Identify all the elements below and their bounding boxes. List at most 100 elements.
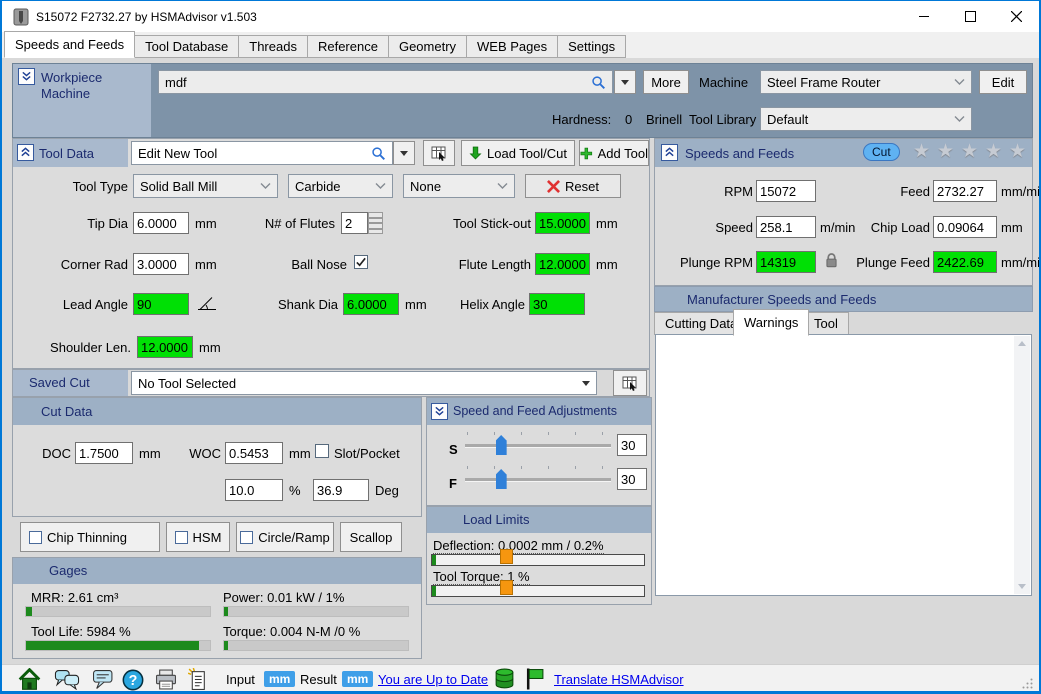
cut-badge[interactable]: Cut	[863, 143, 900, 161]
engage-angle-unit: Deg	[375, 483, 399, 498]
more-button[interactable]: More	[643, 70, 689, 94]
tool-library-select[interactable]: Default	[760, 107, 972, 131]
tool-data-collapse-button[interactable]	[17, 144, 34, 161]
circle-ramp-button[interactable]: Circle/Ramp	[236, 522, 334, 552]
workpiece-collapse-button[interactable]	[18, 68, 35, 85]
corner-rad-input[interactable]	[133, 253, 189, 275]
chip-thinning-button[interactable]: Chip Thinning	[20, 522, 160, 552]
chip-thinning-checkbox[interactable]	[29, 530, 42, 544]
feed-adjust-value[interactable]	[617, 468, 647, 490]
hsm-button[interactable]: HSM	[166, 522, 230, 552]
update-status-link[interactable]: You are Up to Date	[378, 672, 488, 687]
shank-dia-input[interactable]	[343, 293, 399, 315]
add-tool-button[interactable]: Add Tool	[579, 140, 649, 166]
saved-cut-browse-button[interactable]	[613, 370, 647, 396]
rpm-input[interactable]	[756, 180, 816, 202]
chip-load-input[interactable]	[933, 216, 997, 238]
lead-angle-input[interactable]	[133, 293, 189, 315]
tab-speeds-and-feeds[interactable]: Speeds and Feeds	[4, 31, 136, 58]
report-notes-icon[interactable]	[188, 668, 207, 691]
woc-input[interactable]	[225, 442, 283, 464]
plunge-feed-input[interactable]	[933, 251, 997, 273]
scallop-button[interactable]: Scallop	[340, 522, 402, 552]
ball-nose-checkbox[interactable]	[354, 255, 368, 269]
forum-chat-icon[interactable]	[54, 669, 80, 690]
material-search-combo[interactable]: mdf	[158, 70, 613, 94]
edit-machine-button[interactable]: Edit	[979, 70, 1027, 94]
deflection-slider[interactable]	[431, 549, 645, 566]
result-units-badge[interactable]: mm	[342, 671, 374, 687]
language-flag-icon[interactable]	[524, 667, 545, 691]
star-rating-4-icon[interactable]: ★	[985, 141, 1002, 163]
tool-material-select[interactable]: Carbide	[288, 174, 393, 198]
maximize-button[interactable]	[947, 1, 993, 31]
tool-type-select[interactable]: Solid Ball Mill	[133, 174, 278, 198]
resize-grip[interactable]	[1022, 678, 1033, 689]
plunge-rpm-input[interactable]	[756, 251, 816, 273]
reset-button[interactable]: Reset	[525, 174, 621, 198]
tool-torque-thumb[interactable]	[499, 580, 513, 595]
star-rating-2-icon[interactable]: ★	[937, 141, 954, 163]
home-icon[interactable]	[18, 668, 41, 691]
tab-web-pages[interactable]: WEB Pages	[466, 35, 559, 58]
star-rating-1-icon[interactable]: ★	[913, 141, 930, 163]
tip-dia-input[interactable]	[133, 212, 189, 234]
feed-slider-thumb[interactable]	[495, 469, 507, 489]
mfr-tab-tool[interactable]: Tool	[803, 312, 849, 335]
feed-adjust-slider[interactable]	[465, 466, 611, 492]
speed-adjust-slider[interactable]	[465, 432, 611, 458]
tool-browse-button[interactable]	[423, 140, 455, 166]
slider-ticks	[467, 466, 609, 469]
machine-select[interactable]: Steel Frame Router	[760, 70, 972, 94]
translate-link[interactable]: Translate HSMAdvisor	[554, 672, 684, 687]
load-tool-cut-button[interactable]: Load Tool/Cut	[461, 140, 575, 166]
warnings-text-area[interactable]	[655, 334, 1032, 596]
spinner-up-icon[interactable]	[368, 212, 383, 223]
help-icon[interactable]: ?	[122, 669, 144, 691]
close-button[interactable]	[993, 1, 1039, 31]
tab-threads[interactable]: Threads	[238, 35, 308, 58]
tool-search-combo[interactable]: Edit New Tool	[131, 141, 393, 165]
star-rating-5-icon[interactable]: ★	[1009, 141, 1026, 163]
flutes-spinner[interactable]	[368, 212, 383, 234]
flute-length-input[interactable]	[535, 253, 590, 275]
minimize-button[interactable]	[901, 1, 947, 31]
database-icon[interactable]	[494, 668, 515, 691]
feed-input[interactable]	[933, 180, 997, 202]
speed-input[interactable]	[756, 216, 816, 238]
input-units-badge[interactable]: mm	[264, 671, 296, 687]
speed-adjust-value[interactable]	[617, 434, 647, 456]
slot-pocket-checkbox[interactable]	[315, 444, 329, 458]
tool-coating-select[interactable]: None	[403, 174, 515, 198]
tab-reference[interactable]: Reference	[306, 35, 389, 58]
engage-angle-input[interactable]	[313, 479, 369, 501]
tab-tool-database[interactable]: Tool Database	[134, 35, 240, 58]
material-dropdown-button[interactable]	[614, 70, 636, 94]
tab-settings[interactable]: Settings	[557, 35, 627, 58]
flutes-input[interactable]	[341, 212, 368, 234]
feedback-comment-icon[interactable]	[92, 669, 114, 690]
shoulder-len-input[interactable]	[137, 336, 193, 358]
mfr-tab-warnings[interactable]: Warnings	[733, 309, 810, 336]
deflection-thumb[interactable]	[499, 549, 513, 564]
tab-geometry[interactable]: Geometry	[387, 35, 468, 58]
adjustments-collapse-button[interactable]	[431, 403, 448, 420]
speed-slider-thumb[interactable]	[495, 435, 507, 455]
spinner-down-icon[interactable]	[368, 223, 383, 234]
stickout-input[interactable]	[535, 212, 590, 234]
circle-ramp-checkbox[interactable]	[240, 530, 254, 544]
star-rating-3-icon[interactable]: ★	[961, 141, 978, 163]
woc-percent-input[interactable]	[225, 479, 283, 501]
scroll-up-icon[interactable]	[1018, 341, 1026, 346]
speeds-feeds-collapse-button[interactable]	[661, 144, 678, 161]
tool-torque-slider[interactable]	[431, 580, 645, 597]
helix-angle-input[interactable]	[529, 293, 585, 315]
tool-dropdown-button[interactable]	[393, 141, 415, 165]
scroll-down-icon[interactable]	[1018, 584, 1026, 589]
print-icon[interactable]	[154, 669, 178, 690]
doc-input[interactable]	[75, 442, 133, 464]
warnings-scrollbar[interactable]	[1014, 336, 1030, 594]
saved-cut-combo[interactable]: No Tool Selected	[131, 371, 597, 395]
hsm-checkbox[interactable]	[174, 530, 188, 544]
speeds-feeds-title: Speeds and Feeds	[685, 146, 795, 161]
